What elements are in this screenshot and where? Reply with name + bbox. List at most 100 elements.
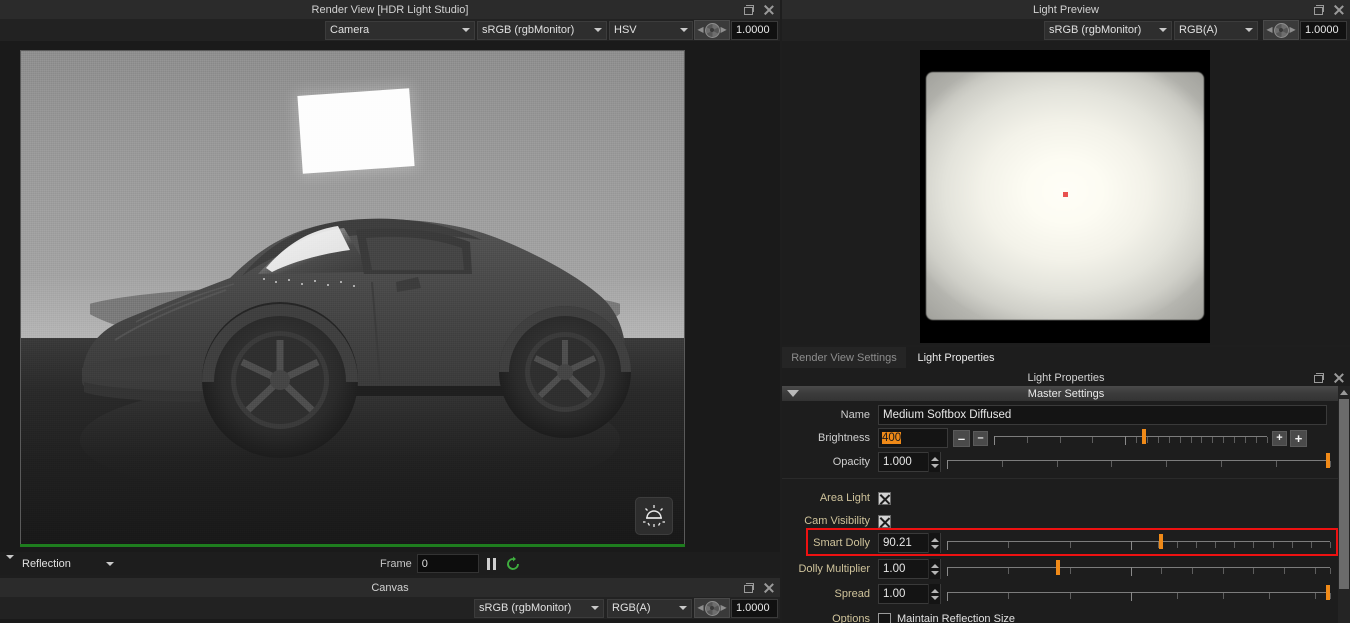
maintain-reflection-size-label: Maintain Reflection Size (897, 613, 1016, 623)
spread-field[interactable]: 1.00 (878, 584, 941, 604)
row-name: Name Medium Softbox Diffused (782, 404, 1338, 426)
chevron-down-icon (106, 561, 114, 566)
close-icon[interactable] (764, 583, 774, 593)
opacity-field[interactable]: 1.000 (878, 452, 941, 472)
dolly-multiplier-stepper[interactable] (928, 559, 940, 579)
light-position-marker[interactable] (1063, 191, 1068, 197)
row-dolly-multiplier: Dolly Multiplier 1.00 (782, 558, 1338, 580)
float-icon[interactable] (744, 4, 754, 15)
collapse-triangle-icon[interactable] (787, 390, 799, 397)
brightness-field[interactable]: 400 (878, 428, 948, 448)
dolly-multiplier-slider[interactable] (947, 560, 1331, 578)
brightness-increase-large-button[interactable]: + (1290, 429, 1307, 447)
brightness-slider[interactable] (994, 429, 1268, 447)
brightness-decrease-large-button[interactable]: – (953, 429, 970, 447)
opacity-stepper[interactable] (928, 452, 940, 472)
maintain-reflection-size-checkbox[interactable] (878, 612, 891, 623)
close-icon[interactable] (764, 5, 774, 15)
spread-value: 1.00 (883, 588, 906, 600)
exposure-value-field[interactable]: 1.0000 (731, 20, 778, 40)
brightness-increase-small-button[interactable]: + (1272, 430, 1287, 446)
reflection-prev-icon[interactable] (6, 555, 14, 559)
arrow-left-glyph: ◀ (697, 25, 704, 34)
light-properties-panel: Light Properties Master Settings Name Me… (782, 368, 1350, 623)
spread-stepper[interactable] (928, 584, 940, 604)
frame-value-field[interactable]: 0 (416, 554, 479, 573)
smart-dolly-slider-thumb[interactable] (1159, 534, 1164, 549)
tab-render-view-settings[interactable]: Render View Settings (782, 347, 906, 368)
lp-colorspace-select[interactable]: sRGB (rgbMonitor) (1044, 20, 1172, 40)
cam-visibility-checkbox[interactable] (878, 514, 891, 528)
render-view-titlebar: Render View [HDR Light Studio] (0, 0, 780, 19)
spread-label: Spread (834, 588, 870, 600)
master-settings-header[interactable]: Master Settings (782, 386, 1350, 401)
car-model (20, 50, 685, 547)
name-field[interactable]: Medium Softbox Diffused (878, 405, 1327, 425)
light-properties-titlebar: Light Properties (782, 368, 1350, 387)
spread-slider[interactable] (947, 585, 1331, 603)
light-preview-toolbar: sRGB (rgbMonitor) RGB(A) ◀ ▶ 1.0000 (782, 19, 1350, 41)
car-svg (80, 218, 631, 502)
smart-dolly-slider[interactable] (947, 534, 1331, 552)
render-viewport[interactable] (20, 50, 685, 547)
brightness-label: Brightness (818, 432, 870, 444)
row-area-light: Area Light (782, 487, 1338, 509)
canvas-colorspace-select[interactable]: sRGB (rgbMonitor) (474, 598, 604, 618)
lp-exposure-field[interactable]: 1.0000 (1300, 20, 1347, 40)
aperture-icon[interactable]: ◀ ▶ (694, 20, 730, 40)
opacity-slider[interactable] (947, 453, 1331, 471)
reflection-select[interactable]: Reflection (18, 554, 118, 573)
light-properties-window-buttons (1314, 368, 1344, 387)
smart-dolly-value: 90.21 (883, 537, 912, 549)
properties-tab-bar: Render View Settings Light Properties (782, 347, 1350, 368)
channel-select[interactable]: HSV (609, 20, 693, 40)
canvas-exposure-field[interactable]: 1.0000 (731, 598, 778, 618)
brightness-slider-ticks (994, 436, 1268, 445)
options-label: Options (832, 613, 870, 623)
spread-slider-thumb[interactable] (1326, 585, 1331, 600)
scroll-up-icon[interactable] (1339, 387, 1349, 397)
close-icon[interactable] (1334, 5, 1344, 15)
chevron-down-icon (1245, 28, 1253, 32)
colorspace-select[interactable]: sRGB (rgbMonitor) (477, 20, 607, 40)
light-properties-scrollbar[interactable] (1338, 386, 1350, 623)
lp-aperture-icon[interactable]: ◀ ▶ (1263, 20, 1299, 40)
dolly-multiplier-slider-thumb[interactable] (1056, 560, 1061, 575)
canvas-titlebar: Canvas (0, 578, 780, 597)
canvas-aperture-icon[interactable]: ◀ ▶ (694, 598, 730, 618)
name-label: Name (840, 409, 870, 421)
float-icon[interactable] (1314, 372, 1324, 383)
pause-icon[interactable] (484, 557, 499, 570)
spread-slider-ticks (947, 592, 1331, 601)
arrow-right-glyph: ▶ (720, 603, 727, 612)
dolly-multiplier-field[interactable]: 1.00 (878, 559, 941, 579)
opacity-slider-ticks (947, 460, 1331, 469)
render-view-panel: Render View [HDR Light Studio] Camera sR… (0, 0, 780, 575)
light-preview-viewport[interactable] (920, 50, 1210, 343)
lp-channel-select[interactable]: RGB(A) (1174, 20, 1258, 40)
float-icon[interactable] (1314, 4, 1324, 15)
tab-bar-filler (1006, 347, 1350, 368)
canvas-panel: Canvas sRGB (rgbMonitor) RGB(A) ◀ ▶ 1.00… (0, 578, 780, 623)
sun-light-icon[interactable] (635, 497, 673, 535)
section-divider (782, 478, 1350, 479)
brightness-decrease-small-button[interactable]: – (973, 430, 988, 446)
front-wheel (202, 302, 358, 458)
tab-light-properties[interactable]: Light Properties (906, 347, 1006, 368)
canvas-channel-select[interactable]: RGB(A) (607, 598, 692, 618)
render-view-window-buttons (744, 0, 774, 19)
camera-select[interactable]: Camera (325, 20, 475, 40)
smart-dolly-stepper[interactable] (928, 533, 940, 553)
float-icon[interactable] (744, 582, 754, 593)
opacity-slider-thumb[interactable] (1326, 453, 1331, 468)
smart-dolly-field[interactable]: 90.21 (878, 533, 941, 553)
aperture-glyph (704, 600, 720, 616)
scrollbar-thumb[interactable] (1339, 399, 1349, 589)
arrow-left-glyph: ◀ (1266, 25, 1273, 34)
brightness-slider-thumb[interactable] (1142, 429, 1147, 444)
dolly-multiplier-value: 1.00 (883, 563, 906, 575)
refresh-loop-icon[interactable] (504, 555, 522, 573)
close-icon[interactable] (1334, 373, 1344, 383)
area-light-checkbox[interactable] (878, 491, 891, 505)
opacity-label: Opacity (832, 456, 870, 468)
